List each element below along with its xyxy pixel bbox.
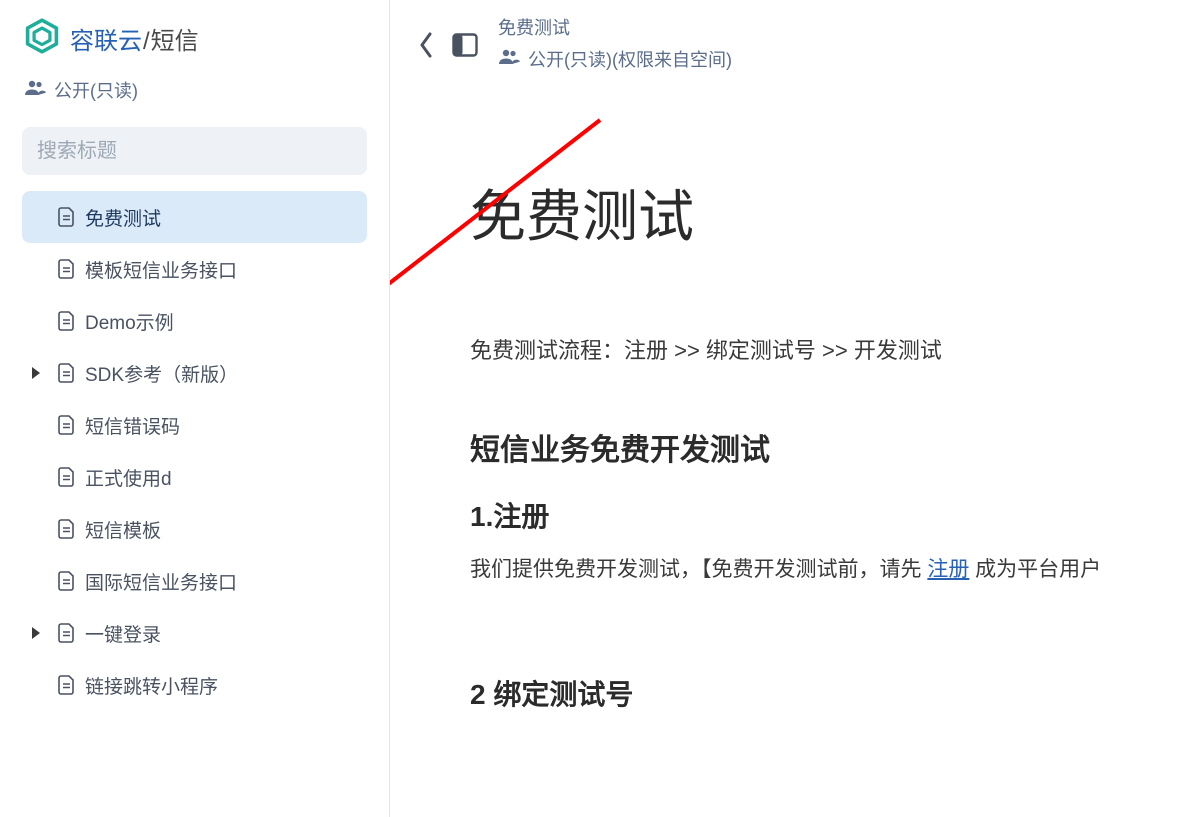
search-input[interactable] [22, 127, 367, 175]
section-1: 短信业务免费开发测试 1.注册 我们提供免费开发测试，【免费开发测试前，请先 注… [470, 425, 1186, 583]
sidebar: 容联云 / 短信 公开(只读) 免费测试模板短信业务接口 Demo示例 SDK参考（… [0, 0, 390, 817]
section-h2: 短信业务免费开发测试 [470, 425, 1186, 469]
nav-item-label: Demo示例 [85, 308, 174, 335]
header-permission-text: 公开(只读)(权限来自空间) [528, 46, 732, 72]
header-controls [418, 14, 478, 63]
document-icon [58, 623, 75, 643]
nav-item-label: 免费测试 [85, 204, 161, 231]
nav-item-label: 链接跳转小程序 [85, 672, 218, 699]
nav-item[interactable]: 免费测试 [22, 191, 367, 243]
brand-block: 容联云 / 短信 [22, 18, 367, 59]
brand-primary: 容联云 [70, 21, 142, 56]
para-text-before: 我们提供免费开发测试，【免费开发测试前，请先 [470, 558, 927, 581]
document-icon [58, 675, 75, 695]
header-permission: 公开(只读)(权限来自空间) [498, 46, 732, 72]
nav-list: 免费测试模板短信业务接口 Demo示例 SDK参考（新版） 短信错误码正式使用d 短信模… [22, 191, 367, 711]
para-text-after: 成为平台用户 [969, 558, 1101, 581]
nav-item-label: 短信错误码 [85, 412, 180, 439]
page-title: 免费测试 [470, 172, 1186, 253]
nav-item[interactable]: SDK参考（新版） [22, 347, 367, 399]
nav-item[interactable]: 正式使用d [22, 451, 367, 503]
nav-item[interactable]: Demo示例 [22, 295, 367, 347]
document-icon [58, 259, 75, 279]
section-h3-register: 1.注册 [470, 495, 1186, 535]
nav-item-label: 正式使用d [85, 464, 172, 491]
breadcrumb-title[interactable]: 免费测试 [498, 14, 732, 40]
brand-separator: / [143, 28, 150, 56]
document-icon [58, 363, 75, 383]
register-link[interactable]: 注册 [927, 558, 969, 581]
panel-toggle-icon[interactable] [452, 33, 478, 62]
header-meta: 免费测试 公开(只读)(权限来自空间) [498, 14, 732, 72]
document-icon [58, 467, 75, 487]
document-icon [58, 571, 75, 591]
chevron-right-icon[interactable] [32, 367, 40, 379]
section-h3-bind: 2 绑定测试号 [470, 673, 1186, 713]
nav-item-label: 一键登录 [85, 620, 161, 647]
sidebar-permission: 公开(只读) [22, 77, 367, 103]
nav-item-label: 模板短信业务接口 [85, 256, 237, 283]
nav-item[interactable]: 短信模板 [22, 503, 367, 555]
flow-line: 免费测试流程：注册 >> 绑定测试号 >> 开发测试 [470, 333, 1186, 365]
people-icon [24, 80, 46, 101]
chevron-right-icon[interactable] [32, 627, 40, 639]
nav-item[interactable]: 模板短信业务接口 [22, 243, 367, 295]
nav-item-label: 国际短信业务接口 [85, 568, 237, 595]
nav-item-label: 短信模板 [85, 516, 161, 543]
nav-item[interactable]: 国际短信业务接口 [22, 555, 367, 607]
people-icon [498, 49, 520, 70]
nav-item[interactable]: 短信错误码 [22, 399, 367, 451]
nav-item-label: SDK参考（新版） [85, 360, 238, 387]
nav-item[interactable]: 链接跳转小程序 [22, 659, 367, 711]
document-icon [58, 415, 75, 435]
main-header: 免费测试 公开(只读)(权限来自空间) [390, 0, 1186, 92]
register-paragraph: 我们提供免费开发测试，【免费开发测试前，请先 注册 成为平台用户 [470, 553, 1186, 583]
document-icon [58, 207, 75, 227]
brand-text: 容联云 / 短信 [70, 21, 199, 56]
document-icon [58, 311, 75, 331]
document-icon [58, 519, 75, 539]
sidebar-permission-label: 公开(只读) [54, 77, 138, 103]
content-area: 免费测试 免费测试流程：注册 >> 绑定测试号 >> 开发测试 短信业务免费开发… [390, 172, 1186, 713]
brand-logo-icon [24, 18, 60, 59]
main-panel: 免费测试 公开(只读)(权限来自空间) 免费测试 [390, 0, 1186, 817]
nav-item[interactable]: 一键登录 [22, 607, 367, 659]
brand-secondary: 短信 [151, 21, 199, 56]
back-icon[interactable] [418, 32, 434, 63]
